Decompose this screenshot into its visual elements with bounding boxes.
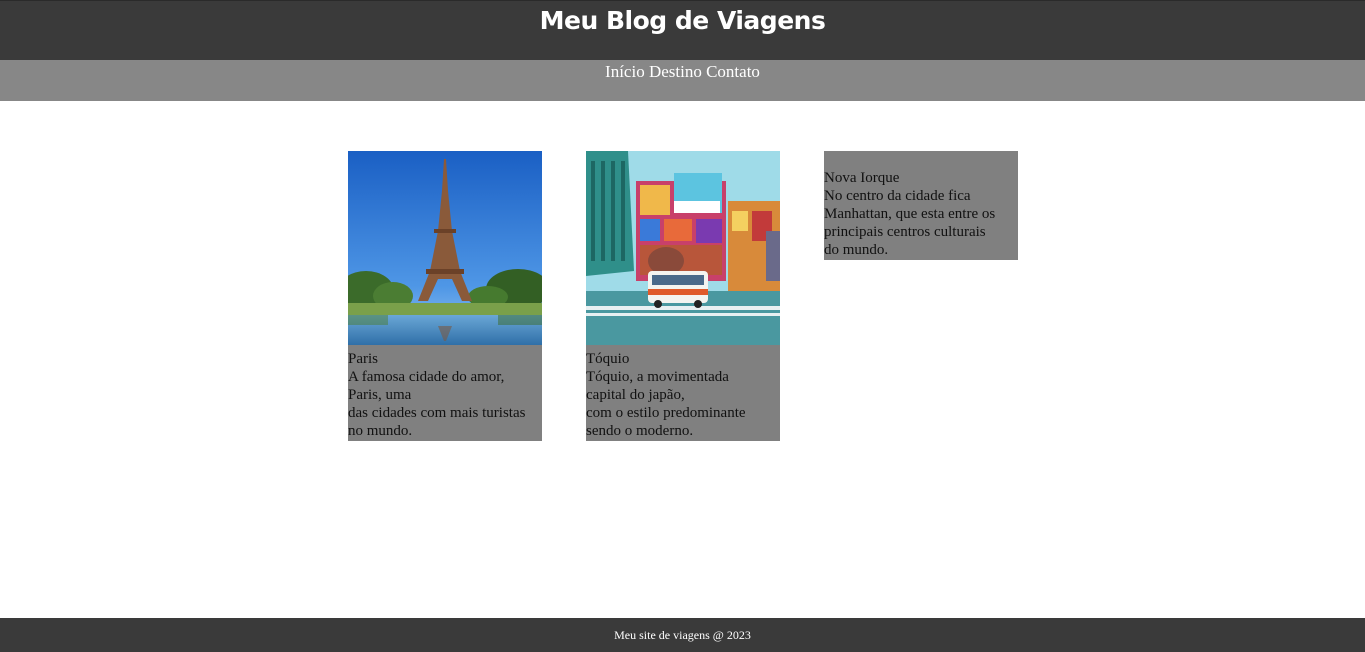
- card-text: Nova Iorque No centro da cidade fica Man…: [824, 151, 1018, 260]
- nav-item-contato[interactable]: Contato: [706, 62, 760, 81]
- card-desc-line: principais centros culturais: [824, 224, 986, 240]
- card-desc-line: das cidades com mais turistas: [348, 405, 526, 421]
- card-title: Nova Iorque: [824, 170, 900, 186]
- card-tokyo: Tóquio Tóquio, a movimentada capital do …: [586, 151, 780, 441]
- card-text: Tóquio Tóquio, a movimentada capital do …: [586, 345, 780, 441]
- tokyo-street-image: [586, 151, 780, 345]
- eiffel-tower-image: [348, 151, 542, 345]
- card-desc-line: do mundo.: [824, 242, 889, 258]
- site-header: Meu Blog de Viagens: [0, 0, 1365, 60]
- card-desc-line: No centro da cidade fica: [824, 188, 971, 204]
- site-title: Meu Blog de Viagens: [539, 6, 826, 35]
- card-desc-line: Paris, uma: [348, 387, 412, 403]
- nav-item-destino[interactable]: Destino: [649, 62, 702, 81]
- card-desc-line: no mundo.: [348, 423, 413, 439]
- card-title: Paris: [348, 351, 378, 367]
- site-footer: Meu site de viagens @ 2023: [0, 618, 1365, 652]
- card-desc-line: capital do japão,: [586, 387, 685, 403]
- card-desc-line: com o estilo predominante: [586, 405, 746, 421]
- card-desc-line: A famosa cidade do amor,: [348, 369, 505, 385]
- nav-bar: Início Destino Contato: [0, 60, 1365, 101]
- nav-links: Início Destino Contato: [605, 62, 760, 82]
- nav-item-inicio[interactable]: Início: [605, 62, 645, 81]
- card-paris: Paris A famosa cidade do amor, Paris, um…: [348, 151, 542, 441]
- card-desc-line: Tóquio, a movimentada: [586, 369, 729, 385]
- card-desc-line: sendo o moderno.: [586, 423, 694, 439]
- card-nova-iorque: Nova Iorque No centro da cidade fica Man…: [824, 151, 1018, 260]
- card-title: Tóquio: [586, 351, 630, 367]
- card-desc-line: Manhattan, que esta entre os: [824, 206, 996, 222]
- footer-text: Meu site de viagens @ 2023: [614, 628, 751, 642]
- card-text: Paris A famosa cidade do amor, Paris, um…: [348, 345, 542, 441]
